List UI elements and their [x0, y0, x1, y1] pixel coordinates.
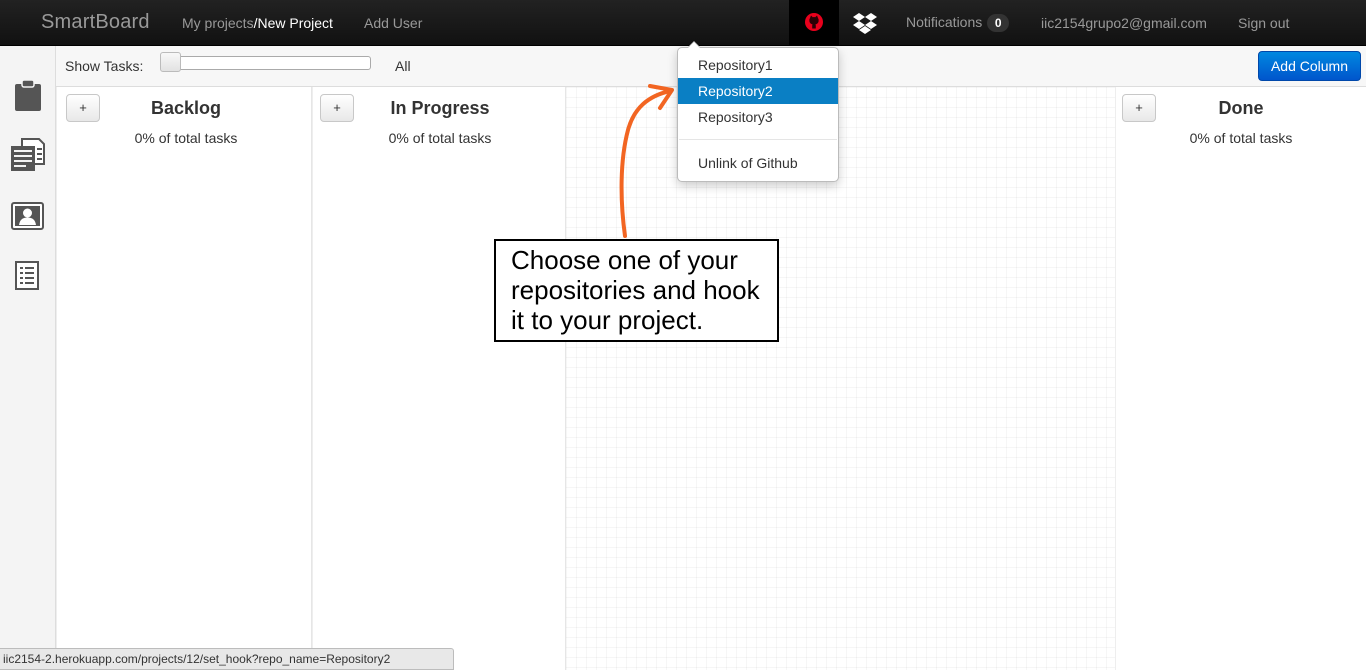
dropbox-icon[interactable] — [853, 13, 877, 34]
notifications-link[interactable]: Notifications 0 — [906, 14, 1010, 32]
add-task-button[interactable]: + — [320, 94, 354, 122]
notifications-count-badge: 0 — [987, 14, 1010, 32]
left-sidebar — [0, 46, 56, 670]
column-title: In Progress — [390, 98, 490, 118]
show-tasks-slider[interactable] — [164, 56, 371, 70]
column-stat: 0% of total tasks — [1189, 130, 1293, 146]
add-task-button[interactable]: + — [66, 94, 100, 122]
browser-status-bar: iic2154-2.herokuapp.com/projects/12/set_… — [0, 648, 454, 670]
repo-option[interactable]: Repository3 — [678, 104, 838, 130]
breadcrumb-current-project[interactable]: /New Project — [254, 15, 333, 31]
user-profile-icon[interactable] — [11, 202, 44, 230]
breadcrumb-my-projects[interactable]: My projects — [182, 15, 254, 31]
slider-handle[interactable] — [160, 52, 181, 72]
column-stat: 0% of total tasks — [388, 130, 492, 146]
column-stat: 0% of total tasks — [134, 130, 238, 146]
add-user-link[interactable]: Add User — [364, 15, 422, 31]
breadcrumb: My projects/New Project — [182, 15, 333, 31]
github-repo-dropdown: Repository1 Repository2 Repository3 Unli… — [677, 41, 839, 182]
repo-option[interactable]: Repository1 — [678, 52, 838, 78]
add-column-button[interactable]: Add Column — [1258, 51, 1361, 81]
user-email-link[interactable]: iic2154grupo2@gmail.com — [1041, 15, 1207, 31]
github-octocat-icon — [805, 13, 823, 31]
brand-logo[interactable]: SmartBoard — [41, 11, 150, 34]
slider-value-label: All — [395, 58, 411, 74]
github-menu-toggle[interactable] — [789, 0, 839, 46]
annotation-callout: Choose one of your repositories and hook… — [494, 239, 779, 342]
add-task-button[interactable]: + — [1122, 94, 1156, 122]
clipboard-icon[interactable] — [14, 80, 42, 112]
repo-option-selected[interactable]: Repository2 — [678, 78, 838, 104]
column-backlog: + Backlog 0% of total tasks — [56, 87, 312, 670]
documents-icon[interactable] — [10, 138, 45, 172]
notifications-label: Notifications — [906, 14, 983, 30]
column-in-progress: + In Progress 0% of total tasks — [312, 87, 566, 670]
dropdown-divider — [679, 139, 837, 140]
sign-out-link[interactable]: Sign out — [1238, 15, 1289, 31]
top-navbar: SmartBoard My projects/New Project Add U… — [0, 0, 1366, 46]
report-icon[interactable] — [15, 261, 39, 290]
column-title: Done — [1218, 98, 1264, 118]
show-tasks-label: Show Tasks: — [65, 58, 144, 74]
column-title: Backlog — [150, 98, 222, 118]
unlink-github-option[interactable]: Unlink of Github — [678, 150, 838, 176]
column-done: + Done 0% of total tasks — [1115, 87, 1366, 670]
